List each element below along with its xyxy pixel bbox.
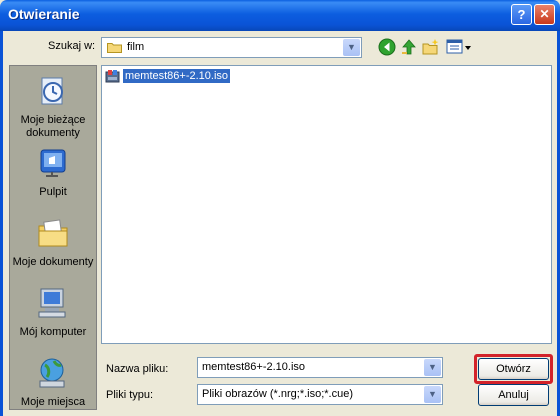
title-bar[interactable]: Otwieranie ? ✕ xyxy=(0,0,560,31)
place-my-computer[interactable]: Mój komputer xyxy=(10,286,96,339)
place-label: Moje miejsca xyxy=(20,396,86,408)
filename-value: memtest86+-2.10.iso xyxy=(202,361,306,373)
lookin-dropdown[interactable]: film ▼ xyxy=(101,37,362,58)
place-label: Pulpit xyxy=(39,186,67,198)
filetype-dropdown[interactable]: Pliki obrazów (*.nrg;*.iso;*.cue) ▼ xyxy=(197,384,443,405)
network-places-icon xyxy=(39,358,65,388)
place-network-places[interactable]: Moje miejsca xyxy=(10,356,96,409)
window-frame-left xyxy=(0,31,3,416)
open-dialog: Otwieranie ? ✕ Szukaj w: film ▼ Moje bie… xyxy=(0,0,560,416)
filename-input[interactable]: memtest86+-2.10.iso ▼ xyxy=(197,357,443,378)
cancel-button[interactable]: Anuluj xyxy=(478,384,549,406)
window-title: Otwieranie xyxy=(8,6,80,22)
folder-icon xyxy=(107,43,122,53)
new-folder-button[interactable] xyxy=(422,38,440,56)
help-button[interactable]: ? xyxy=(511,4,532,25)
place-label: Mój komputer xyxy=(19,326,87,338)
chevron-down-icon[interactable]: ▼ xyxy=(424,386,441,403)
close-button[interactable]: ✕ xyxy=(534,4,555,25)
view-menu-button[interactable] xyxy=(446,38,472,56)
lookin-label: Szukaj w: xyxy=(48,40,96,52)
file-name: memtest86+-2.10.iso xyxy=(123,69,231,83)
place-desktop[interactable]: Pulpit xyxy=(10,146,96,199)
place-recent-documents[interactable]: Moje bieżące dokumenty xyxy=(10,74,96,140)
chevron-down-icon[interactable]: ▼ xyxy=(343,39,360,56)
recent-documents-icon xyxy=(41,77,63,105)
chevron-down-icon[interactable]: ▼ xyxy=(424,359,441,376)
disc-image-icon xyxy=(105,70,120,83)
my-documents-icon xyxy=(38,219,68,247)
filetype-value: Pliki obrazów (*.nrg;*.iso;*.cue) xyxy=(202,388,354,400)
place-label: Moje bieżące dokumenty xyxy=(20,114,86,139)
open-button[interactable]: Otwórz xyxy=(478,358,549,380)
lookin-value: film xyxy=(127,41,145,53)
filename-label: Nazwa pliku: xyxy=(106,363,169,375)
back-button[interactable] xyxy=(378,38,396,56)
desktop-icon xyxy=(40,149,66,177)
filetype-label: Pliki typu: xyxy=(106,389,154,401)
file-list[interactable]: memtest86+-2.10.iso xyxy=(101,65,552,344)
up-folder-button[interactable] xyxy=(400,38,418,56)
place-label: Moje dokumenty xyxy=(12,256,94,268)
place-my-documents[interactable]: Moje dokumenty xyxy=(10,216,96,269)
places-bar: Moje bieżące dokumenty Pulpit Moje dokum… xyxy=(9,65,97,410)
my-computer-icon xyxy=(38,288,66,318)
